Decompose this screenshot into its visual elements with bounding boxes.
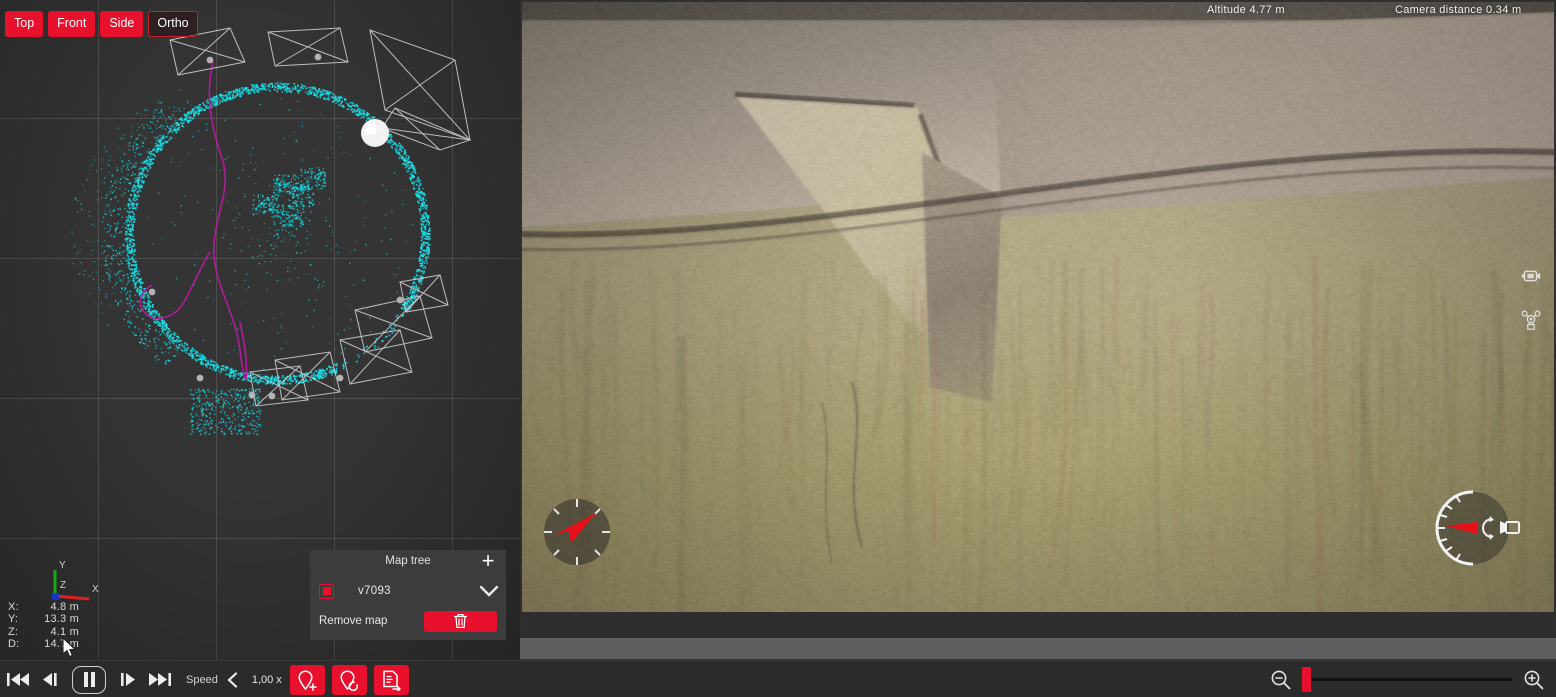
speed-control: Speed 1,00 x: [186, 671, 307, 688]
compass-indicator: [544, 499, 610, 565]
add-map-button[interactable]: +: [477, 550, 499, 573]
map-tree-panel[interactable]: Map tree + v7093 Remove map: [310, 550, 506, 640]
add-waypoint-button[interactable]: [290, 665, 325, 695]
step-forward-button[interactable]: [116, 669, 140, 691]
drone-icon[interactable]: [1520, 309, 1542, 331]
step-backward-button[interactable]: [38, 669, 62, 691]
map-tree-footer: Remove map: [310, 606, 506, 636]
video-frame: [522, 2, 1554, 612]
gizmo-z-label: Z: [60, 580, 66, 591]
bottom-toolbar: Speed 1,00 x: [0, 660, 1556, 697]
gimbal-pitch-indicator: [1435, 490, 1520, 566]
speed-value: 1,00 x: [251, 673, 282, 686]
reset-waypoint-button[interactable]: [332, 665, 367, 695]
skip-to-end-button[interactable]: [148, 669, 172, 691]
view-button-ortho[interactable]: Ortho: [148, 11, 198, 37]
coordinate-key: Z:: [8, 625, 19, 638]
playback-transport-controls: Speed 1,00 x: [6, 661, 307, 697]
waypoint-action-buttons: [290, 665, 409, 695]
export-report-button[interactable]: [374, 665, 409, 695]
view-button-side[interactable]: Side: [100, 11, 144, 37]
remove-map-label: Remove map: [319, 615, 388, 627]
map-tree-item[interactable]: v7093: [310, 576, 506, 606]
video-camera-icon[interactable]: [1520, 265, 1542, 287]
map-item-label: v7093: [358, 585, 391, 597]
gizmo-y-label: Y: [59, 560, 66, 571]
altitude-readout: Altitude 4.77 m: [1207, 4, 1285, 16]
pause-button[interactable]: [72, 665, 106, 694]
zoom-slider-track[interactable]: [1302, 667, 1512, 692]
zoom-slider-control: [1270, 661, 1544, 697]
inspection-app-window: Top Front Side Ortho Y Z X X: 4.8 m Y: 13.3 m Z…: [0, 0, 1556, 697]
coordinate-row: X: 4.8 m: [8, 601, 79, 613]
coordinate-value: 4.8 m: [50, 601, 79, 613]
document-export-icon: [383, 670, 401, 691]
skip-to-start-button[interactable]: [6, 669, 30, 691]
video-timeline-scrubber[interactable]: [520, 638, 1556, 659]
view-button-front[interactable]: Front: [48, 11, 96, 37]
zoom-slider-handle[interactable]: [1302, 667, 1311, 692]
view-preset-buttons: Top Front Side Ortho: [5, 11, 198, 37]
zoom-in-icon[interactable]: [1523, 669, 1544, 690]
view-button-top[interactable]: Top: [5, 11, 44, 37]
pointcloud-3d-viewport[interactable]: Top Front Side Ortho Y Z X X: 4.8 m Y: 13.3 m Z…: [0, 0, 520, 660]
gizmo-x-label: X: [92, 584, 99, 595]
map-tree-header: Map tree +: [310, 550, 506, 576]
chevron-down-icon[interactable]: [479, 585, 499, 598]
video-letterbox: [522, 612, 1554, 636]
map-pin-plus-icon: [298, 670, 317, 691]
coordinate-row: Y: 13.3 m: [8, 613, 79, 625]
remove-map-button[interactable]: [424, 610, 497, 632]
zoom-out-icon[interactable]: [1270, 669, 1291, 690]
axis-gizmo: Y Z X: [52, 560, 99, 601]
chevron-left-icon[interactable]: [227, 671, 238, 688]
coordinate-key: D:: [8, 638, 20, 651]
video-side-tools: [1520, 265, 1542, 331]
speed-label: Speed: [186, 673, 218, 686]
mouse-cursor: [62, 637, 77, 658]
coordinate-value: 13.3 m: [44, 613, 79, 626]
coordinate-key: X:: [8, 601, 19, 613]
camera-distance-readout: Camera distance 0.34 m: [1395, 4, 1522, 16]
map-pin-refresh-icon: [340, 670, 358, 691]
map-visibility-checkbox[interactable]: [319, 583, 334, 599]
coordinate-key: Y:: [8, 613, 19, 626]
trash-icon: [453, 613, 468, 629]
video-feed-panel[interactable]: Altitude 4.77 m Camera distance 0.34 m: [520, 0, 1556, 660]
